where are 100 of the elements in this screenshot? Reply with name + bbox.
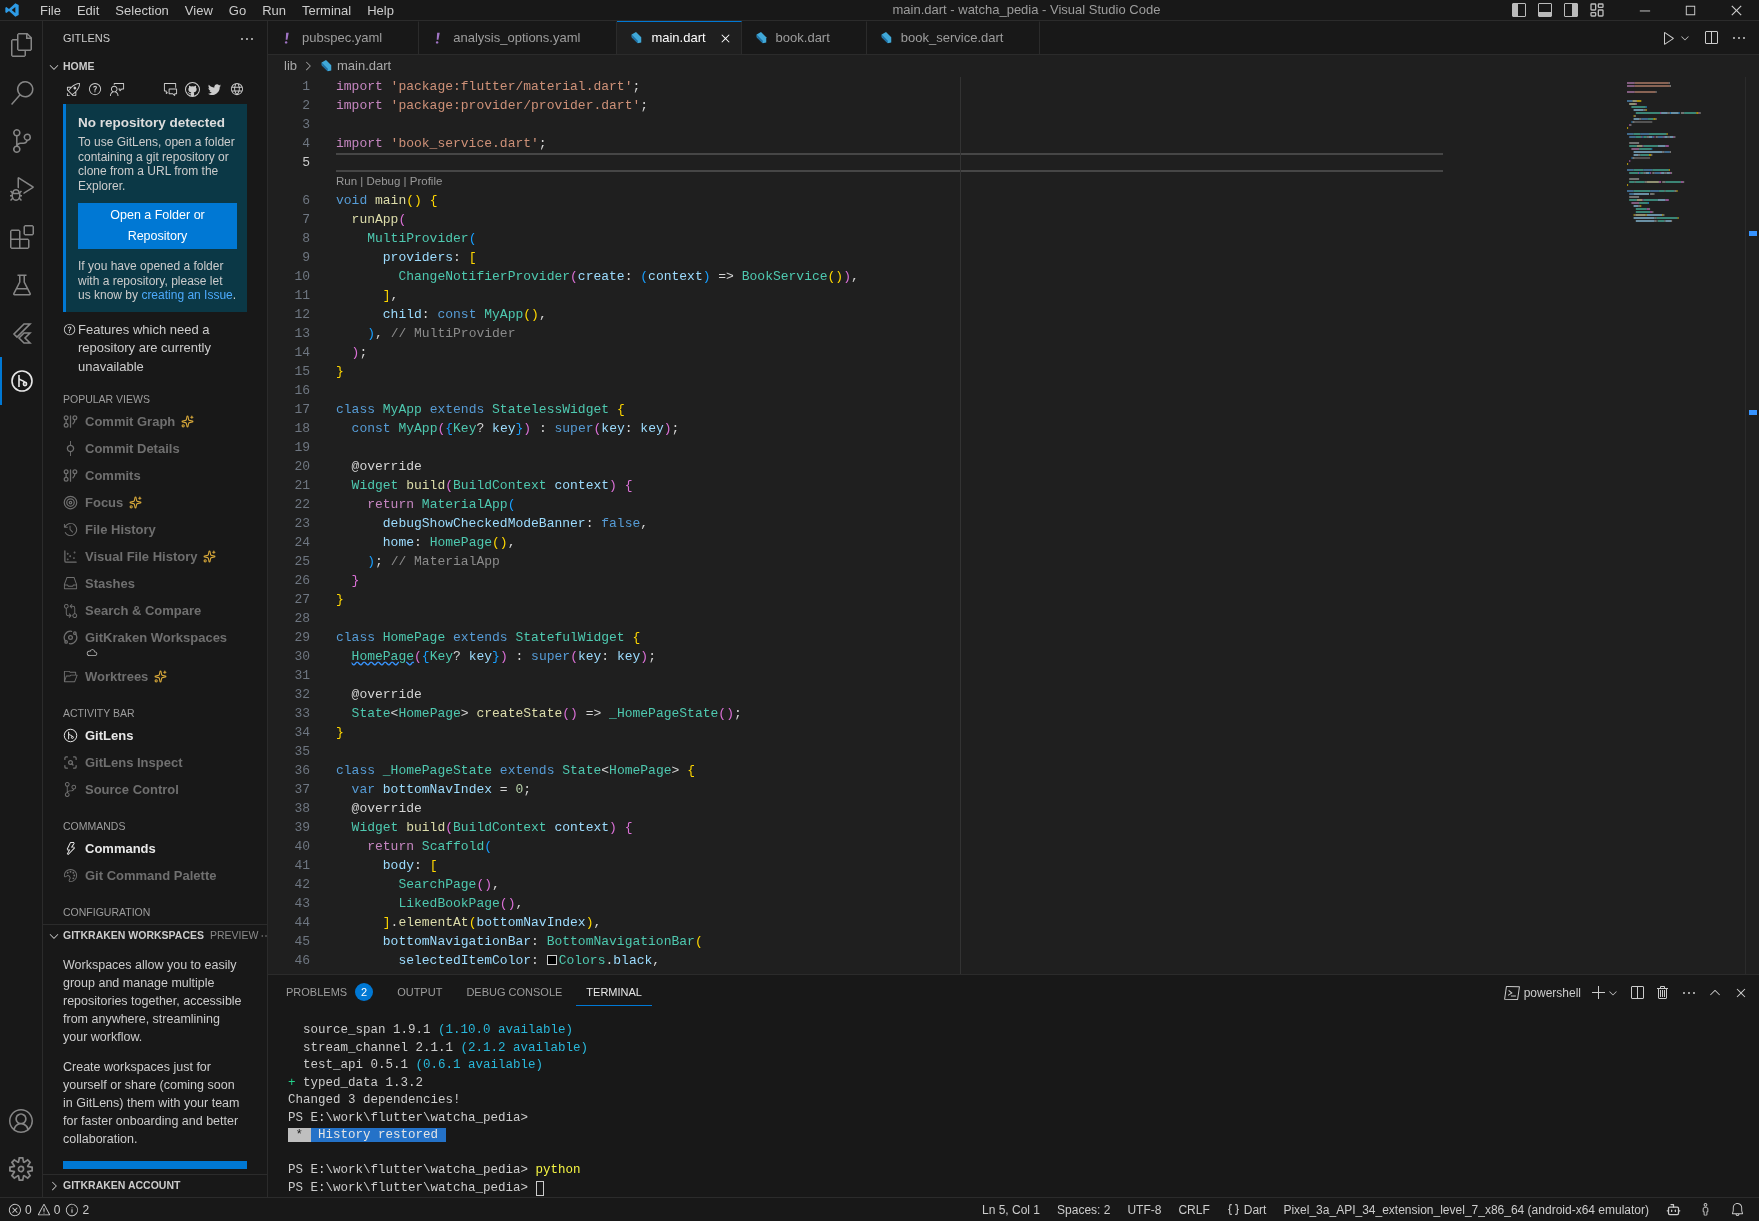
globe-icon[interactable]: [229, 81, 244, 97]
open-folder-button[interactable]: Open a Folder or Repository: [78, 203, 237, 249]
line-number: 14: [293, 344, 310, 362]
line-number: 17: [293, 401, 310, 419]
source-control-icon[interactable]: [10, 129, 34, 153]
toggle-secondary-sidebar-icon[interactable]: [1563, 2, 1579, 18]
rocket-icon[interactable]: [66, 81, 81, 97]
status-item[interactable]: Pixel_3a_API_34_extension_level_7_x86_64 (android-x64 emulator): [1283, 1200, 1649, 1219]
status-item[interactable]: CRLF: [1178, 1200, 1210, 1219]
problems-indicator[interactable]: 0 0 2: [8, 1200, 90, 1219]
inspect-icon: [63, 755, 78, 770]
line-number: 18: [293, 420, 310, 438]
github-icon[interactable]: [185, 81, 200, 97]
line-number: 31: [293, 667, 310, 685]
line-number: 8: [301, 230, 310, 248]
codelens-links[interactable]: Run | Debug | Profile: [336, 172, 443, 191]
help-icon[interactable]: [88, 81, 103, 97]
breadcrumb-item[interactable]: lib: [284, 56, 297, 76]
code-line: }: [336, 591, 344, 609]
menu-item[interactable]: Terminal: [294, 0, 360, 21]
code-line: Widget build(BuildContext context) {: [350, 477, 633, 495]
editor-tab[interactable]: pubspec.yaml: [268, 21, 420, 54]
nav-item[interactable]: Commands: [63, 835, 247, 862]
status-item[interactable]: UTF-8: [1127, 1200, 1162, 1219]
bird-icon[interactable]: [207, 81, 222, 97]
help-icon: [63, 322, 77, 337]
menu-item[interactable]: Run: [254, 0, 294, 21]
line-number: 46: [293, 952, 310, 970]
run-icon[interactable]: [1661, 29, 1677, 46]
line-number: 45: [293, 933, 310, 951]
flask-icon[interactable]: [10, 273, 34, 297]
group-title: ACTIVITY BAR: [63, 706, 136, 721]
line-number: 38: [293, 800, 310, 818]
gitlens-icon[interactable]: [10, 369, 34, 393]
breadcrumb-item[interactable]: main.dart: [337, 56, 392, 76]
menu-item[interactable]: File: [32, 0, 69, 21]
split-editor-icon[interactable]: [1703, 29, 1719, 46]
terminal-line: + typed_data 1.3.2: [288, 1074, 424, 1092]
status-item[interactable]: Spaces: 2: [1057, 1200, 1111, 1219]
code-line: void main() {: [336, 192, 438, 210]
line-number: 33: [293, 705, 310, 723]
menu-item[interactable]: Selection: [107, 0, 177, 21]
scatter-chart-icon: [63, 549, 78, 564]
menu-item[interactable]: Edit: [68, 0, 108, 21]
code-line: runApp(: [350, 211, 407, 229]
code-line: return MaterialApp(: [366, 496, 516, 514]
panel-tab[interactable]: OUTPUT: [387, 979, 453, 1006]
toggle-sidebar-icon[interactable]: [1511, 2, 1527, 18]
code-line: class MyApp extends StatelessWidget {: [336, 401, 625, 419]
editor-tab[interactable]: book_service.dart: [866, 21, 1041, 54]
panel-tab[interactable]: DEBUG CONSOLE: [456, 979, 573, 1006]
bell-icon[interactable]: [1730, 1202, 1745, 1217]
section-title[interactable]: HOME: [63, 59, 95, 75]
new-terminal-icon[interactable]: [1591, 984, 1607, 1001]
code-line: ],: [381, 287, 399, 305]
preview-label: PREVIEW: [210, 928, 259, 944]
terminal-icon: [1503, 984, 1520, 1001]
run-debug-icon[interactable]: [10, 177, 34, 201]
editor-tab[interactable]: main.dart: [617, 21, 742, 54]
layout-icon[interactable]: [1589, 2, 1605, 18]
panel-tab[interactable]: TERMINAL: [576, 979, 652, 1006]
line-number: 26: [293, 572, 310, 590]
files-icon[interactable]: [10, 33, 34, 57]
account-icon[interactable]: [9, 1109, 33, 1133]
code-line: class HomePage extends StatefulWidget {: [336, 629, 641, 647]
line-number: 21: [293, 477, 310, 495]
status-item[interactable]: Ln 5, Col 1: [982, 1200, 1041, 1219]
line-number: 13: [293, 325, 310, 343]
robot-icon[interactable]: [1666, 1202, 1681, 1217]
section-title[interactable]: GITKRAKEN WORKSPACES: [63, 928, 204, 944]
editor-tab[interactable]: book.dart: [741, 21, 867, 54]
menu-item[interactable]: Help: [359, 0, 402, 21]
code-line: SearchPage(),: [397, 876, 500, 894]
search-icon[interactable]: [10, 81, 34, 105]
line-number: 22: [293, 496, 310, 514]
terminal-selector[interactable]: powershell: [1503, 983, 1581, 1002]
split-terminal-icon[interactable]: [1629, 984, 1645, 1001]
app-logo: [4, 2, 20, 18]
nav-item[interactable]: GitLens: [63, 722, 247, 749]
discussion-icon[interactable]: [163, 81, 178, 97]
flutter-icon[interactable]: [10, 321, 34, 345]
code-line: return Scaffold(: [366, 838, 493, 856]
toggle-panel-icon[interactable]: [1537, 2, 1553, 18]
card-title: No repository detected: [78, 114, 227, 132]
line-number: 20: [293, 458, 310, 476]
issue-link[interactable]: creating an Issue: [141, 288, 233, 302]
extensions-icon[interactable]: [10, 225, 34, 249]
line-number: 4: [301, 135, 310, 153]
trash-icon[interactable]: [1655, 984, 1671, 1001]
panel-tab[interactable]: PROBLEMS 2: [276, 979, 384, 1006]
section-title[interactable]: GITKRAKEN ACCOUNT: [63, 1178, 181, 1194]
menu-item[interactable]: View: [176, 0, 221, 21]
code-line: ), // MultiProvider: [366, 325, 516, 343]
feedback-icon[interactable]: [110, 81, 125, 97]
status-item[interactable]: Dart: [1226, 1200, 1267, 1219]
code-line: @override: [350, 686, 422, 704]
settings-icon[interactable]: [9, 1157, 33, 1181]
line-number: 37: [293, 781, 310, 799]
menu-item[interactable]: Go: [220, 0, 255, 21]
line-number: 23: [293, 515, 310, 533]
